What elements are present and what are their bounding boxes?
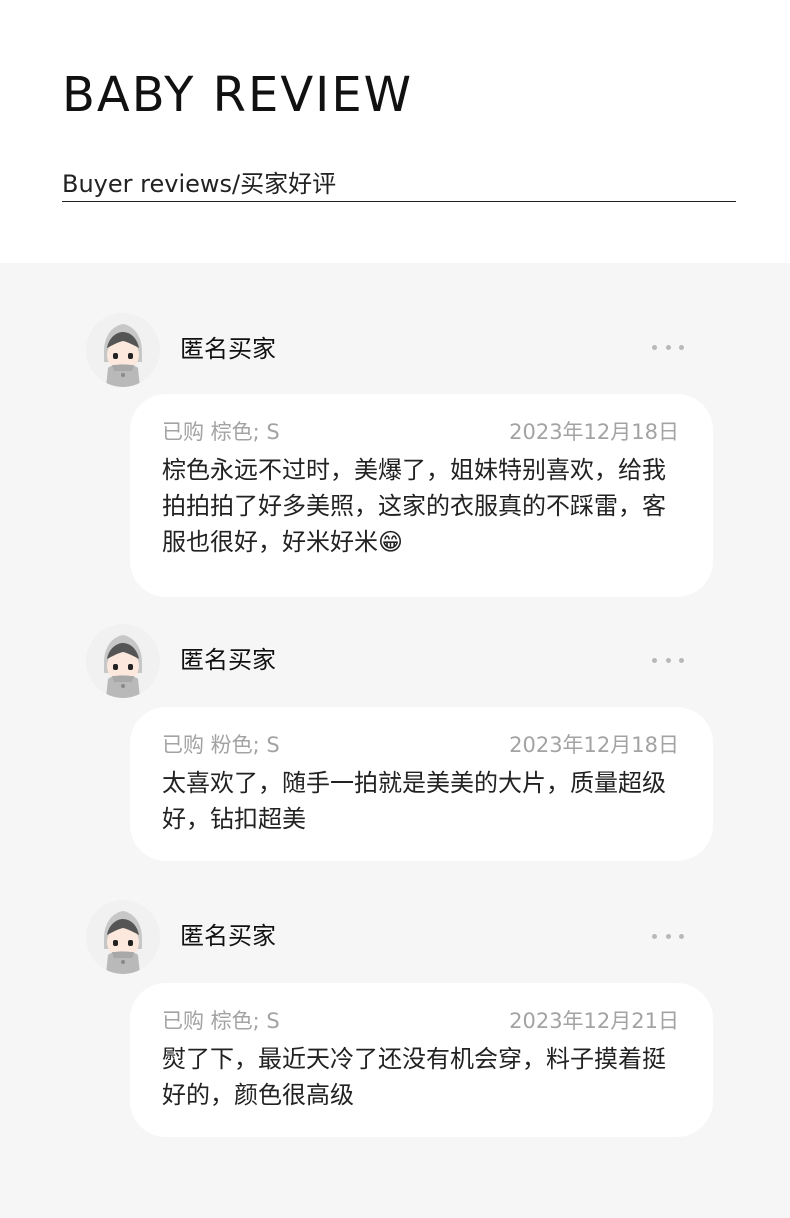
review-date: 2023年12月18日: [509, 420, 679, 444]
more-dot: [652, 933, 657, 939]
review-username: 匿名买家: [180, 335, 276, 363]
more-dot: [679, 344, 684, 350]
anonymous-avatar-icon[interactable]: [86, 624, 160, 698]
review-username: 匿名买家: [180, 922, 276, 950]
review-date: 2023年12月18日: [509, 733, 679, 757]
more-dot: [665, 933, 671, 939]
page-subtitle: Buyer reviews/买家好评: [62, 170, 337, 198]
more-options-icon[interactable]: [652, 932, 684, 940]
more-dot: [652, 344, 657, 350]
review-card: 已购 棕色; S 2023年12月18日 棕色永远不过时，美爆了，姐妹特别喜欢，…: [130, 394, 713, 597]
page-header: BABY REVIEW Buyer reviews/买家好评: [0, 0, 790, 263]
review-card: 已购 粉色; S 2023年12月18日 太喜欢了，随手一拍就是美美的大片，质量…: [130, 707, 713, 861]
more-dot: [679, 933, 684, 939]
page-title: BABY REVIEW: [62, 67, 414, 123]
more-options-icon[interactable]: [652, 656, 684, 664]
reviews-section: 匿名买家 已购 棕色; S 2023年12月18日 棕色永远不过时，美爆了，姐妹…: [0, 263, 790, 1218]
review-text: 熨了下，最近天冷了还没有机会穿，料子摸着挺好的，颜色很高级: [162, 1045, 666, 1109]
review-card: 已购 棕色; S 2023年12月21日 熨了下，最近天冷了还没有机会穿，料子摸…: [130, 983, 713, 1137]
more-dot: [679, 657, 684, 663]
anonymous-avatar-icon[interactable]: [86, 313, 160, 387]
more-dot: [665, 344, 671, 350]
anonymous-avatar-icon[interactable]: [86, 900, 160, 974]
more-dot: [665, 657, 671, 663]
review-text: 太喜欢了，随手一拍就是美美的大片，质量超级好，钻扣超美: [162, 769, 666, 833]
review-text: 棕色永远不过时，美爆了，姐妹特别喜欢，给我拍拍拍了好多美照，这家的衣服真的不踩雷…: [162, 456, 666, 556]
purchase-info: 已购 棕色; S: [162, 420, 280, 444]
more-options-icon[interactable]: [652, 343, 684, 351]
more-dot: [652, 657, 657, 663]
subtitle-underline: [62, 201, 736, 202]
review-date: 2023年12月21日: [509, 1009, 679, 1033]
purchase-info: 已购 棕色; S: [162, 1009, 280, 1033]
purchase-info: 已购 粉色; S: [162, 733, 280, 757]
review-username: 匿名买家: [180, 646, 276, 674]
